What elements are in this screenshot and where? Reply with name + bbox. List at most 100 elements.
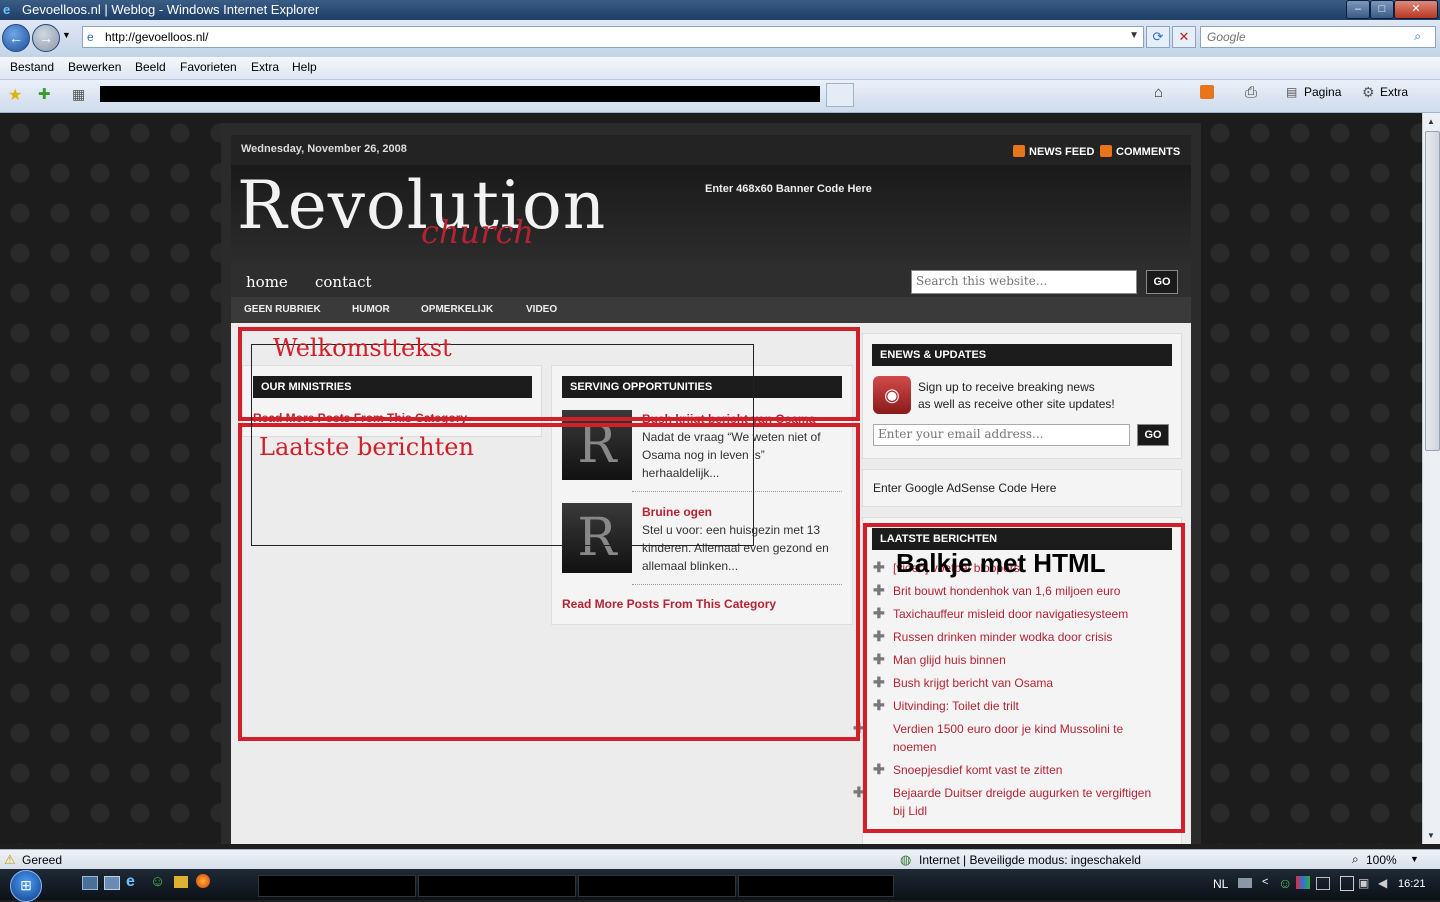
site-header: Revolution church Enter 468x60 Banner Co… (231, 165, 1191, 263)
status-bar: ⚠ Gereed ◍ Internet | Beveiligde modus: … (0, 849, 1440, 870)
site-search-go-button[interactable]: GO (1146, 270, 1178, 294)
address-toolbar: ← → ▼ e http://gevoelloos.nl/ ▼ ⟳ ✕ ⌕ (0, 20, 1440, 57)
refresh-button[interactable]: ⟳ (1146, 26, 1170, 48)
search-input[interactable] (1205, 27, 1409, 47)
tray-device-icon[interactable] (1340, 876, 1354, 891)
nav-geen-rubriek[interactable]: GEEN RUBRIEK (244, 304, 321, 315)
home-icon[interactable]: ⌂ (1154, 84, 1163, 101)
email-go-button[interactable]: GO (1137, 424, 1169, 446)
tray-app-icon[interactable] (1296, 876, 1310, 889)
news-feed-link[interactable]: NEWS FEED (1013, 145, 1094, 158)
scroll-thumb[interactable] (1425, 131, 1440, 451)
forward-button[interactable]: → (32, 24, 60, 52)
ie-quicklaunch-icon[interactable]: e (126, 873, 135, 891)
maximize-button[interactable]: □ (1370, 0, 1394, 19)
feeds-icon[interactable] (1200, 85, 1214, 99)
firefox-icon[interactable] (196, 874, 210, 888)
status-text: Gereed (22, 853, 63, 867)
nav-home[interactable]: home (246, 273, 288, 291)
search-icon[interactable]: ⌕ (1414, 29, 1421, 44)
address-dropdown-icon[interactable]: ▼ (1129, 30, 1139, 41)
page-scrollbar[interactable]: ▲ ▼ (1422, 113, 1440, 844)
keyboard-icon[interactable] (1238, 878, 1252, 888)
redacted-tabs[interactable] (100, 86, 820, 102)
start-button[interactable]: ⊞ (10, 870, 42, 902)
tray-expand-icon[interactable]: < (1262, 876, 1268, 888)
enews-heading: ENEWS & UPDATES (872, 344, 1172, 366)
zoom-level[interactable]: 100% (1366, 853, 1397, 867)
warning-icon: ⚠ (4, 852, 16, 867)
site-date: Wednesday, November 26, 2008 (241, 143, 407, 155)
rss-icon (1013, 145, 1025, 157)
nav-opmerkelijk[interactable]: OPMERKELIJK (421, 304, 493, 315)
scroll-up-icon[interactable]: ▲ (1427, 117, 1435, 126)
minimize-button[interactable]: – (1346, 0, 1370, 19)
page-viewport: Wednesday, November 26, 2008 NEWS FEED C… (0, 113, 1422, 844)
site-search-box[interactable] (911, 270, 1137, 294)
email-field-box[interactable] (873, 424, 1130, 446)
clock[interactable]: 16:21 (1398, 878, 1426, 890)
media-player-icon[interactable] (174, 876, 188, 888)
menu-favorieten[interactable]: Favorieten (180, 60, 237, 74)
volume-icon[interactable]: ◀ (1378, 876, 1387, 890)
nav-video[interactable]: VIDEO (526, 304, 557, 315)
enews-rss-icon: ◉ (873, 376, 911, 414)
zoom-icon: ⌕ (1352, 852, 1359, 866)
email-field[interactable] (874, 425, 1129, 443)
new-tab-button[interactable] (826, 83, 854, 107)
zoom-dropdown-icon[interactable]: ▼ (1410, 854, 1419, 864)
address-input[interactable]: e http://gevoelloos.nl/ ▼ (82, 26, 1144, 48)
window-title: Gevoelloos.nl | Weblog - Windows Interne… (22, 2, 320, 17)
primary-nav: home contact GO (231, 263, 1191, 297)
zone-text[interactable]: Internet | Beveiligde modus: ingeschakel… (919, 853, 1141, 867)
category-nav: GEEN RUBRIEK HUMOR OPMERKELIJK VIDEO (231, 297, 1191, 323)
address-text: http://gevoelloos.nl/ (105, 30, 209, 44)
page-menu-icon: ▤ (1286, 85, 1298, 99)
taskbar-button-redacted[interactable] (578, 875, 736, 897)
menu-extra[interactable]: Extra (251, 60, 279, 74)
taskbar-button-redacted[interactable] (738, 875, 894, 897)
nav-contact[interactable]: contact (315, 273, 372, 291)
show-desktop-icon[interactable] (82, 876, 98, 890)
menu-beeld[interactable]: Beeld (135, 60, 166, 74)
menu-bestand[interactable]: Bestand (10, 60, 54, 74)
enews-text-2: as well as receive other site updates! (918, 397, 1115, 411)
enews-panel: ENEWS & UPDATES ◉ Sign up to receive bre… (862, 333, 1182, 459)
menu-help[interactable]: Help (292, 60, 317, 74)
comments-feed-link[interactable]: COMMENTS (1100, 145, 1180, 158)
taskbar-button-redacted[interactable] (258, 875, 416, 897)
add-favorite-icon[interactable]: ✚ (38, 85, 51, 103)
ie-logo-icon: e (3, 2, 11, 17)
tray-messenger-icon[interactable]: ☺ (1278, 875, 1292, 891)
tools-gear-icon: ⚙ (1362, 84, 1375, 100)
adsense-panel: Enter Google AdSense Code Here (862, 469, 1182, 507)
close-button[interactable]: ✕ (1394, 0, 1438, 19)
favorites-star-icon[interactable]: ★ (8, 85, 22, 105)
top-strip: Wednesday, November 26, 2008 NEWS FEED C… (231, 135, 1191, 165)
rss-icon (1100, 145, 1112, 157)
history-dropdown-icon[interactable]: ▼ (62, 30, 71, 40)
back-button[interactable]: ← (2, 24, 30, 52)
menu-bewerken[interactable]: Bewerken (68, 60, 121, 74)
site-search-input[interactable] (912, 271, 1136, 291)
stop-button[interactable]: ✕ (1172, 26, 1196, 48)
menu-bar: Bestand Bewerken Beeld Favorieten Extra … (0, 57, 1440, 80)
annotation-welcome-label: Welkomsttekst (273, 334, 452, 362)
nav-humor[interactable]: HUMOR (352, 304, 390, 315)
network-icon[interactable]: ▣ (1358, 876, 1369, 890)
tray-monitor-icon[interactable] (1316, 877, 1330, 890)
logo-sub[interactable]: church (421, 213, 534, 251)
page-menu[interactable]: Pagina (1304, 85, 1341, 99)
quick-tabs-icon[interactable]: ▦ (72, 86, 85, 103)
taskbar-button-redacted[interactable] (418, 875, 576, 897)
switch-windows-icon[interactable] (104, 876, 120, 890)
tools-menu[interactable]: Extra (1380, 85, 1408, 99)
messenger-icon[interactable]: ☺ (150, 873, 165, 890)
search-box[interactable]: ⌕ (1200, 26, 1436, 48)
scroll-down-icon[interactable]: ▼ (1427, 831, 1435, 840)
language-indicator[interactable]: NL (1213, 877, 1228, 891)
window-titlebar: e Gevoelloos.nl | Weblog - Windows Inter… (0, 0, 1440, 20)
annotation-html-label: Balkje met HTML (896, 548, 1106, 578)
print-icon[interactable]: ⎙ (1245, 84, 1257, 101)
annotation-latest-label: Laatste berichten (259, 433, 474, 461)
